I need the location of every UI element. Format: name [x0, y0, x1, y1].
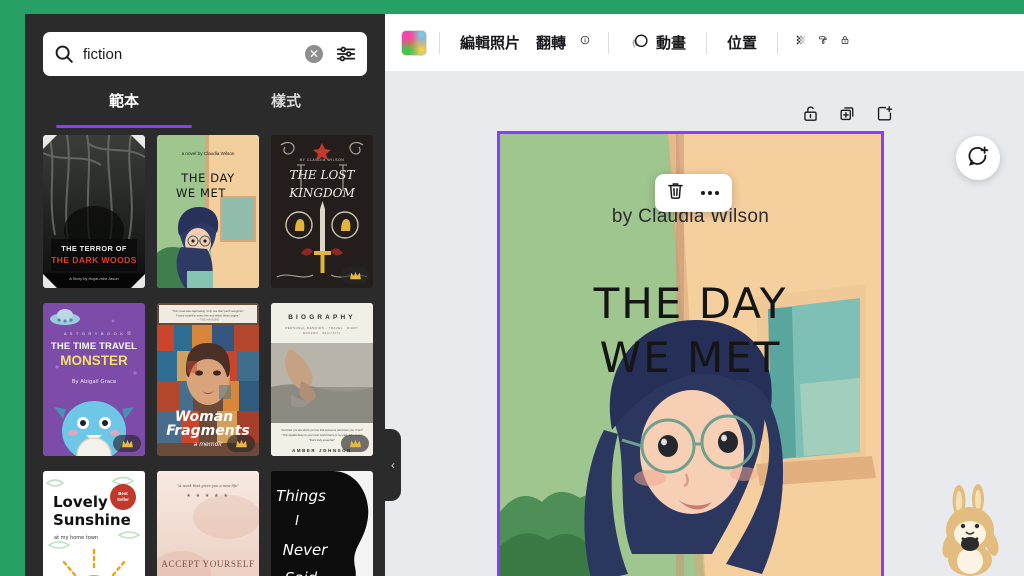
page-controls — [801, 104, 894, 128]
toolbar-divider — [608, 31, 610, 54]
premium-crown-icon — [341, 435, 369, 452]
svg-text:Said: Said — [285, 569, 318, 576]
canvas-title-text[interactable]: THE DAY WE MET — [500, 277, 881, 385]
template-subtitle: a novel by Claudia Wilson — [182, 151, 235, 156]
svg-text:Seller: Seller — [117, 497, 129, 502]
lock-icon[interactable] — [834, 32, 856, 54]
template-subtitle: A Story by Hope-mint Jason — [69, 276, 119, 281]
template-title-line2: MONSTER — [60, 353, 128, 368]
svg-text:Never: Never — [283, 541, 329, 559]
template-subtitle: at my home town — [54, 535, 98, 541]
app-window: ✕ 範本 樣式 — [25, 14, 1024, 576]
flip-button[interactable]: 翻轉 — [528, 27, 574, 58]
svg-text:"This novel was captivating, t: "This novel was captivating, truly one t… — [171, 309, 244, 313]
template-card[interactable]: a novel by Claudia Wilson THE DAY WE MET — [157, 135, 259, 288]
template-quote: "A work that gives you a new life" — [177, 484, 239, 488]
svg-text:MODERN · REALISTIC: MODERN · REALISTIC — [303, 331, 341, 335]
svg-text:By Abigail Grace: By Abigail Grace — [72, 379, 117, 385]
chevron-left-icon: ‹ — [391, 458, 395, 472]
search-bar[interactable]: ✕ — [43, 32, 367, 76]
info-icon[interactable] — [574, 32, 596, 54]
template-title-line1: THE DAY — [180, 171, 235, 185]
template-card[interactable]: BY CLAUDIA WILSON THE LOST KINGDOM — [271, 135, 373, 288]
trash-icon[interactable] — [665, 180, 686, 206]
search-input[interactable] — [83, 45, 305, 63]
comment-button[interactable] — [956, 136, 1000, 180]
duplicate-page-icon[interactable] — [838, 104, 857, 128]
template-title-line2: THE DARK WOODS — [51, 255, 137, 265]
toolbar-divider — [777, 31, 779, 54]
color-swatch-button[interactable] — [401, 29, 427, 56]
template-title-line1: THE LOST — [289, 168, 355, 182]
tab-styles[interactable]: 樣式 — [205, 90, 367, 124]
template-title-line1: ACCEPT YOURSELF — [161, 559, 255, 569]
more-options-icon[interactable] — [698, 191, 722, 195]
rabbit-mascot — [942, 484, 999, 576]
element-floating-toolbar — [655, 174, 732, 212]
animation-icon — [629, 32, 650, 53]
template-card[interactable]: THE TERROR OF THE DARK WOODS A Story by … — [43, 135, 145, 288]
template-card[interactable]: "This novel was captivating, truly one t… — [157, 303, 259, 456]
templates-side-panel: ✕ 範本 樣式 — [25, 14, 401, 576]
template-title-line1: THE TIME TRAVEL — [51, 340, 137, 351]
toolbar-divider — [439, 31, 440, 54]
template-subtitle: a memoir — [194, 441, 223, 448]
transparency-icon[interactable] — [790, 32, 812, 54]
svg-text:A S T O R Y B O O K: A S T O R Y B O O K — [64, 331, 124, 336]
template-title-line1: Lovely — [53, 493, 108, 511]
svg-text:Best: Best — [118, 491, 128, 496]
template-grid: THE TERROR OF THE DARK WOODS A Story by … — [43, 135, 379, 576]
canvas-title-line1: THE DAY — [593, 279, 788, 328]
svg-text:— TIME MAGAZINE: — TIME MAGAZINE — [197, 319, 219, 322]
template-stars: ★ ★ ★ ★ ★ — [186, 493, 229, 499]
canvas-title-line2: WE MET — [599, 332, 782, 382]
panel-tabs: 範本 樣式 — [43, 90, 367, 128]
edit-photo-button[interactable]: 編輯照片 — [452, 27, 528, 58]
animate-label: 動畫 — [656, 35, 687, 52]
premium-crown-icon — [341, 267, 369, 284]
premium-crown-icon — [113, 435, 141, 452]
template-card[interactable]: Things I Never Said — [271, 471, 373, 576]
template-title-line1: THE TERROR OF — [61, 244, 127, 253]
premium-crown-icon — [227, 435, 255, 452]
svg-text:I loved myself in every line a: I loved myself in every line and within … — [176, 314, 240, 318]
template-card[interactable]: BIOGRAPHY PERSONAL MEMOIRS · TRAVEL · DI… — [271, 303, 373, 456]
collapse-panel-button[interactable]: ‹ — [385, 429, 401, 501]
template-card[interactable]: "A work that gives you a new life" ★ ★ ★… — [157, 471, 259, 576]
template-card[interactable]: Best Seller Lovely Sunshine at my home t… — [43, 471, 145, 576]
clear-search-icon[interactable]: ✕ — [305, 45, 323, 63]
template-subtitle: BY CLAUDIA WILSON — [300, 158, 345, 162]
paint-roller-icon[interactable] — [812, 32, 834, 54]
template-card[interactable]: A S T O R Y B O O K THE TIME TRAVEL MONS… — [43, 303, 145, 456]
template-title-line2: WE MET — [176, 186, 226, 200]
svg-text:"that's truly essential.": "that's truly essential." — [309, 438, 335, 442]
toolbar-divider — [706, 31, 708, 54]
search-icon — [53, 43, 75, 65]
design-canvas[interactable]: by Claudia Wilson THE DAY WE MET — [497, 131, 884, 576]
animate-button[interactable]: 動畫 — [621, 27, 694, 58]
template-title-line2: KINGDOM — [288, 186, 355, 200]
svg-text:PERSONAL MEMOIRS · TRAVEL · DI: PERSONAL MEMOIRS · TRAVEL · DIARY — [285, 326, 358, 330]
template-title-line1: BIOGRAPHY — [288, 314, 356, 321]
unlock-icon[interactable] — [801, 104, 820, 128]
add-page-icon[interactable] — [875, 104, 894, 128]
svg-text:I: I — [295, 514, 299, 529]
filter-sliders-icon[interactable] — [335, 43, 357, 65]
position-button[interactable]: 位置 — [719, 27, 765, 58]
template-title-line1: Things — [276, 487, 326, 505]
svg-text:"And how you are which you bet: "And how you are which you bet that some… — [281, 428, 364, 432]
comment-add-icon — [966, 144, 990, 173]
editor-area: 編輯照片 翻轉 動畫 位置 by Claudia Wilson THE DAY … — [385, 14, 1024, 576]
template-title-line2: Sunshine — [53, 511, 131, 529]
tab-templates[interactable]: 範本 — [43, 90, 205, 128]
object-toolbar: 編輯照片 翻轉 動畫 位置 — [385, 14, 1024, 71]
